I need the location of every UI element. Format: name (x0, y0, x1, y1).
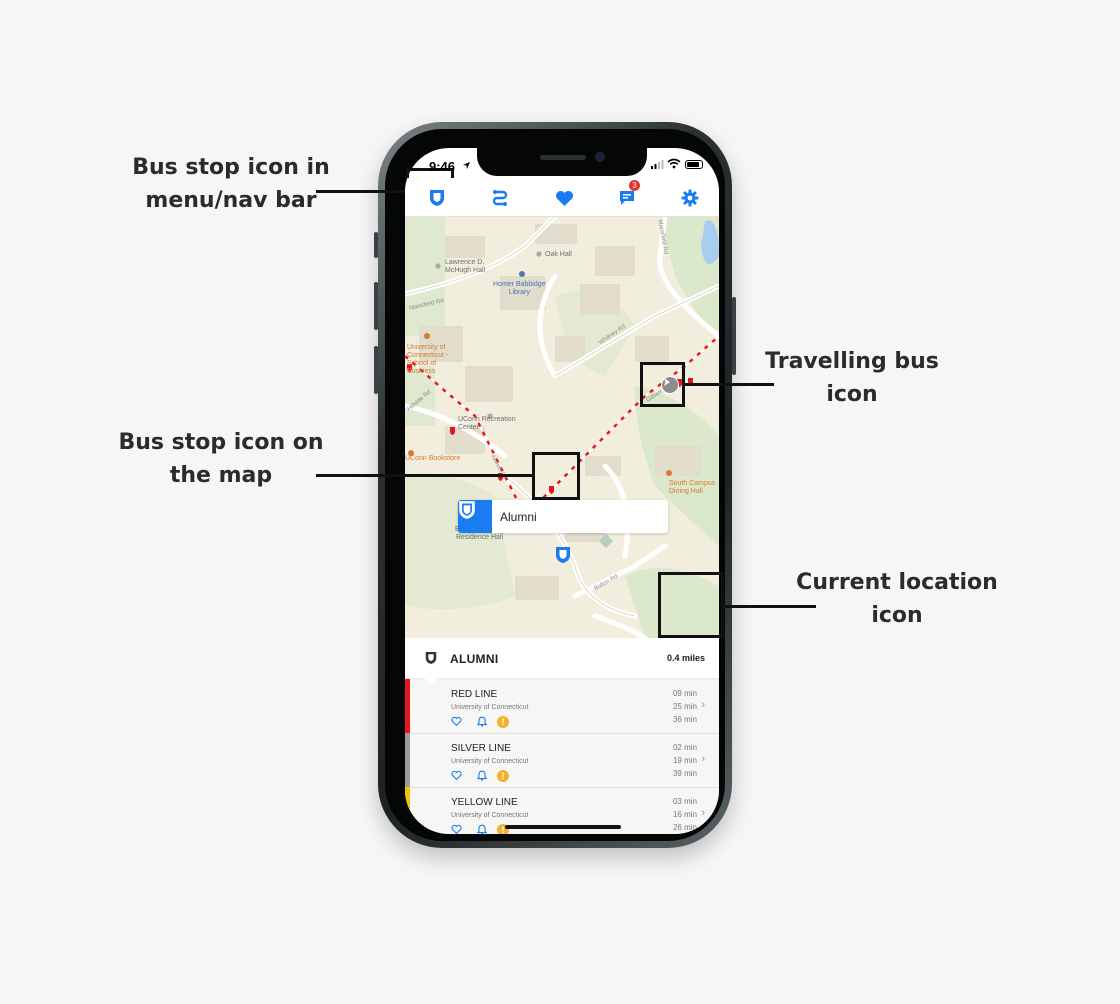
annotation-bus: Travelling bus icon (765, 349, 939, 407)
nav-routes-button[interactable] (488, 186, 512, 210)
phone-notch (477, 148, 647, 176)
chevron-right-icon: › (701, 699, 705, 711)
map-bus-stop-marker[interactable] (555, 546, 571, 564)
arrival-time: 19 min (672, 756, 697, 765)
highlight-map-stop (532, 452, 580, 500)
location-arrow-status-icon (462, 161, 471, 170)
stop-detail-panel: ALUMNI 0.4 miles RED LINE University of … (405, 638, 719, 834)
wifi-icon (667, 158, 681, 169)
arrival-time: 02 min (672, 743, 697, 752)
annotation-line-nav-stop (316, 190, 408, 193)
alert-bell-icon[interactable] (477, 824, 487, 834)
route-name: RED LINE (451, 689, 498, 700)
place-label: Lawrence D. McHugh Hall (445, 259, 486, 274)
cellular-signal-icon (651, 160, 664, 169)
annotation-line-map-stop (316, 474, 534, 477)
annotation-nav-stop: Bus stop icon in menu/nav bar (132, 155, 330, 213)
nav-settings-button[interactable] (678, 186, 702, 210)
service-warning-icon[interactable]: ! (497, 770, 509, 782)
place-label: University of Connecticut - School of Bu… (407, 344, 449, 375)
route-row[interactable]: SILVER LINE University of Connecticut ! … (405, 733, 719, 788)
bus-stop-shield-icon (556, 547, 570, 563)
messages-icon (620, 190, 634, 205)
battery-icon (685, 160, 703, 169)
route-color-stripe (405, 787, 410, 834)
callout-stop-name: Alumni (500, 510, 537, 524)
arrival-times: 03 min 16 min 26 min (673, 795, 697, 834)
favorite-heart-outline-icon[interactable] (451, 824, 462, 834)
arrival-time: 36 min (672, 715, 697, 724)
chevron-right-icon: › (701, 753, 705, 765)
phone-power-button (732, 297, 736, 375)
arrival-times: 09 min 25 min 36 min (673, 687, 697, 726)
bus-stop-shield-icon (459, 501, 475, 519)
arrival-time: 26 min (672, 823, 697, 832)
arrival-times: 02 min 19 min 39 min (673, 741, 697, 780)
place-label: UConn Recreation Center (458, 416, 516, 431)
bus-stop-shield-icon (425, 652, 437, 664)
callout-stop-icon-box (458, 500, 492, 533)
route-color-stripe (405, 679, 410, 733)
arrival-time: 16 min (672, 810, 697, 819)
route-destination: University of Connecticut (451, 758, 529, 765)
annotation-line-location (724, 605, 816, 608)
nav-messages-button[interactable]: 3 (615, 180, 640, 210)
messages-badge: 3 (629, 180, 640, 191)
route-destination: University of Connecticut (451, 812, 529, 819)
favorite-heart-outline-icon[interactable] (451, 716, 462, 727)
alert-bell-icon[interactable] (477, 716, 487, 727)
favorite-heart-outline-icon[interactable] (451, 770, 462, 781)
speaker-grille (540, 155, 586, 160)
annotation-line-bus (684, 383, 774, 386)
bus-stop-shield-icon (430, 190, 444, 206)
stop-distance: 0.4 miles (666, 653, 705, 663)
phone-volume-up (374, 282, 378, 330)
highlight-bus (640, 362, 685, 407)
stop-name: ALUMNI (450, 652, 499, 666)
route-destination: University of Connecticut (451, 704, 529, 711)
place-label: Homer Babbidge Library (493, 281, 546, 296)
route-name: YELLOW LINE (451, 797, 518, 808)
status-time: 9:46 (429, 159, 456, 174)
nav-stops-button[interactable] (425, 186, 449, 210)
selected-stop-callout[interactable]: Alumni (458, 500, 668, 533)
service-warning-icon[interactable]: ! (497, 716, 509, 728)
arrival-time: 03 min (672, 797, 697, 806)
arrival-time: 25 min (672, 702, 697, 711)
settings-gear-icon (681, 189, 699, 207)
place-label: UConn Bookstore (405, 455, 461, 462)
place-label: Oak Hall (545, 251, 572, 258)
phone-volume-down (374, 346, 378, 394)
phone-silent-switch (374, 232, 378, 258)
home-indicator (505, 825, 621, 829)
favorites-heart-icon (555, 190, 573, 206)
arrival-time: 09 min (672, 689, 697, 698)
front-camera (595, 152, 605, 162)
place-label: South Campus Dining Hall (669, 480, 716, 495)
route-color-stripe (405, 733, 410, 787)
nav-favorites-button[interactable] (552, 186, 576, 210)
annotation-location: Current location icon (796, 570, 998, 628)
route-row[interactable]: RED LINE University of Connecticut ! 09 … (405, 679, 719, 734)
annotation-map-stop: Bus stop icon on the map (118, 430, 324, 488)
top-nav-bar: 3 (405, 178, 719, 217)
highlight-location (658, 572, 724, 638)
stop-header[interactable]: ALUMNI 0.4 miles (405, 638, 719, 685)
route-name: SILVER LINE (451, 743, 511, 754)
routes-icon (492, 190, 508, 206)
arrival-time: 39 min (672, 769, 697, 778)
chevron-right-icon: › (701, 807, 705, 819)
alert-bell-icon[interactable] (477, 770, 487, 781)
